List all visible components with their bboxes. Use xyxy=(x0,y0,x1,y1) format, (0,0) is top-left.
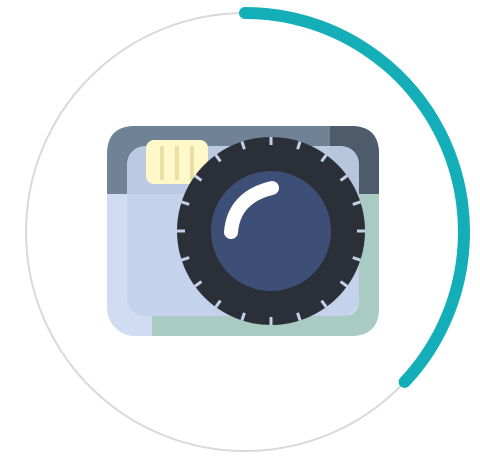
camera-icon xyxy=(107,126,379,336)
loading-screen xyxy=(0,0,480,457)
